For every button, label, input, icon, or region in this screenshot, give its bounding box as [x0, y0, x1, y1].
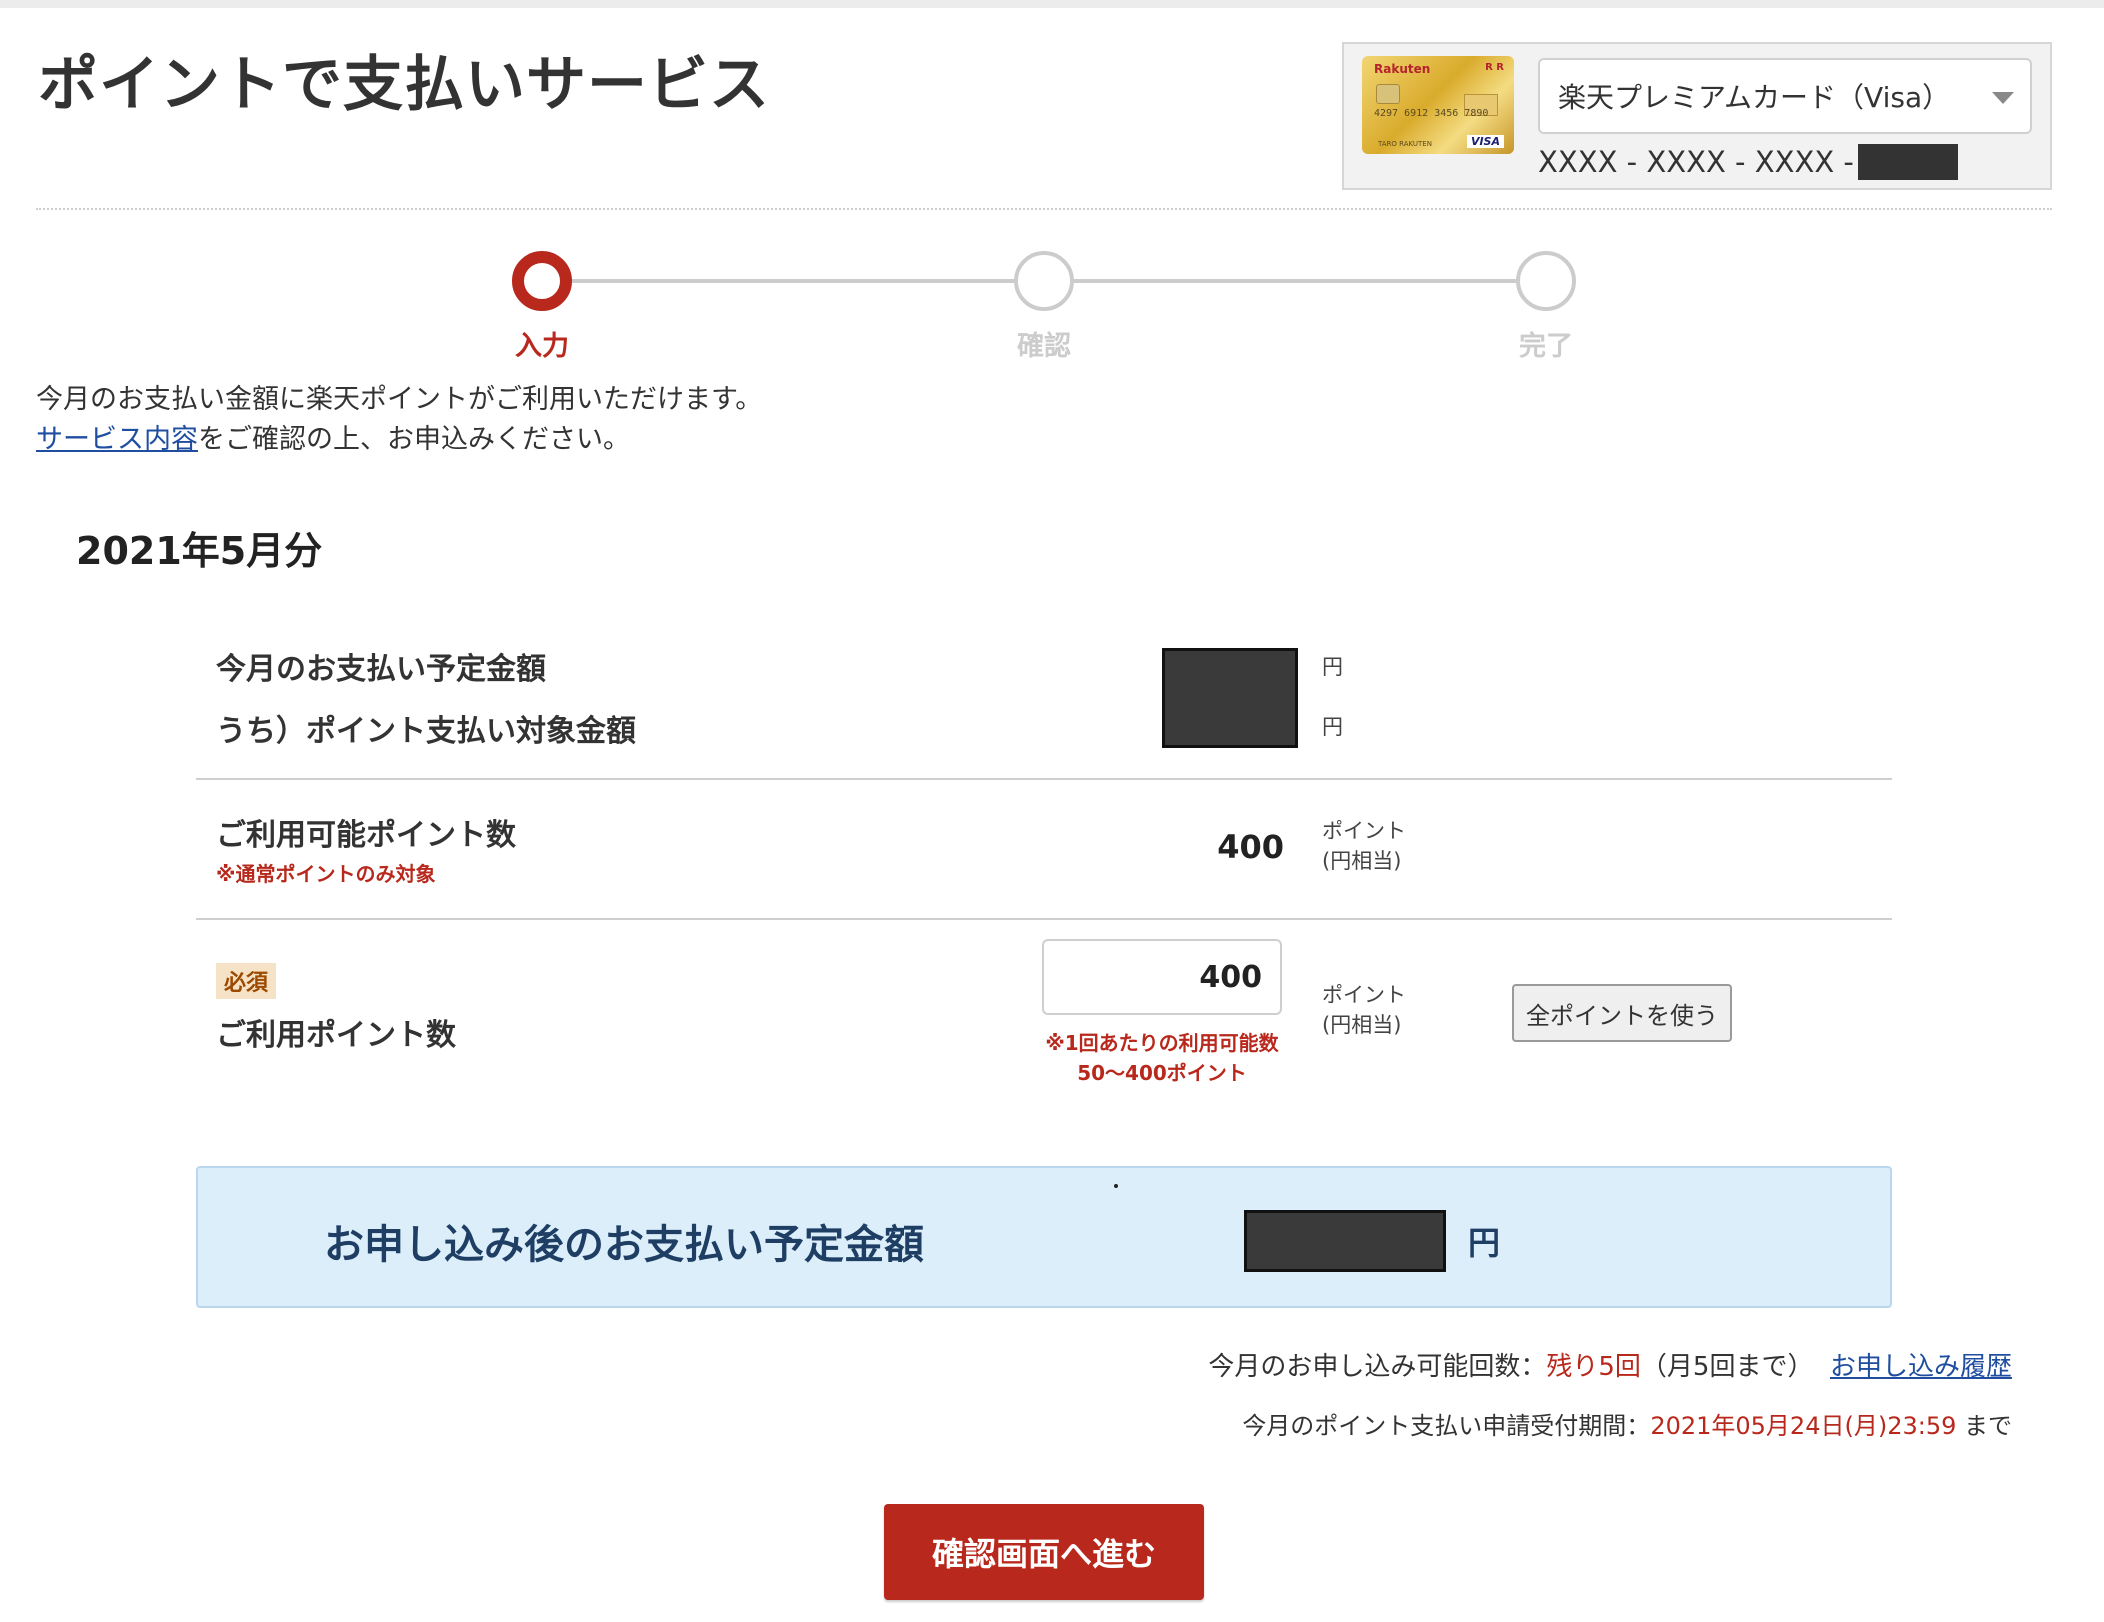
points-unit: ポイント	[1322, 819, 1406, 843]
month-title: 2021年5月分	[76, 529, 323, 573]
use-points-note: ※1回あたりの利用可能数 50〜400ポイント	[1042, 1028, 1282, 1088]
result-yen-unit: 円	[1468, 1224, 1501, 1262]
stepper-line	[572, 279, 1014, 283]
card-select-value: 楽天プレミアムカード（Visa）	[1558, 81, 1951, 114]
step-input-label: 入力	[515, 331, 569, 362]
decorative-dot	[1114, 1184, 1118, 1188]
result-amount-redacted	[1244, 1210, 1446, 1272]
step-complete-label: 完了	[1519, 331, 1573, 362]
application-count-info: 今月のお申し込み可能回数：残り5回（月5回まで） お申し込み履歴	[1208, 1346, 2012, 1383]
scheduled-amount-label: 今月のお支払い予定金額	[216, 652, 546, 687]
credit-card-image: Rakuten R R 4297 6912 3456 7890 TARO RAK…	[1362, 56, 1514, 154]
count-suffix: （月5回まで）	[1640, 1352, 1814, 1382]
step-confirm-label: 確認	[1017, 331, 1071, 362]
use-points-note-2: 50〜400ポイント	[1077, 1061, 1247, 1085]
available-points-label: ご利用可能ポイント数	[216, 818, 516, 853]
intro-line-2: サービス内容をご確認の上、お申込みください。	[36, 420, 762, 460]
use-all-points-button[interactable]: 全ポイントを使う	[1512, 984, 1732, 1042]
use-points-note-1: ※1回あたりの利用可能数	[1045, 1031, 1279, 1055]
card-number: XXXX - XXXX - XXXX -	[1538, 144, 1958, 180]
points-unit: ポイント	[1322, 983, 1406, 1007]
intro-line-2-text: をご確認の上、お申込みください。	[198, 424, 630, 455]
card-number-redacted	[1857, 144, 1958, 180]
available-points-note: ※通常ポイントのみ対象	[216, 862, 436, 886]
intro-line-1: 今月のお支払い金額に楽天ポイントがご利用いただけます。	[36, 384, 763, 415]
yen-unit: 円	[1322, 655, 1343, 679]
use-points-input[interactable]	[1042, 939, 1282, 1015]
result-summary-box: お申し込み後のお支払い予定金額 円	[196, 1166, 1892, 1308]
yen-unit: 円	[1322, 715, 1343, 739]
card-selector-panel: Rakuten R R 4297 6912 3456 7890 TARO RAK…	[1342, 42, 2052, 190]
page: ポイントで支払いサービス Rakuten R R 4297 6912 3456 …	[0, 8, 2104, 1622]
amount-redacted	[1162, 648, 1298, 748]
step-complete-circle	[1516, 251, 1576, 311]
step-confirm-circle	[1014, 251, 1074, 311]
row-divider	[196, 918, 1892, 920]
card-number-masked: XXXX - XXXX - XXXX -	[1538, 145, 1854, 179]
visa-logo: VISA	[1466, 135, 1504, 148]
card-art-number: 4297 6912 3456 7890	[1374, 108, 1489, 119]
service-details-link[interactable]: サービス内容	[36, 424, 198, 455]
required-badge: 必須	[216, 963, 277, 999]
card-chip-icon	[1376, 84, 1400, 104]
card-brand-mark: R R	[1485, 62, 1504, 73]
card-select-dropdown[interactable]: 楽天プレミアムカード（Visa）	[1538, 58, 2032, 134]
application-period-info: 今月のポイント支払い申請受付期間：2021年05月24日(月)23:59 まで	[1242, 1406, 2012, 1441]
use-points-label: ご利用ポイント数	[216, 1018, 456, 1053]
period-prefix: 今月のポイント支払い申請受付期間：	[1242, 1412, 1651, 1440]
available-points-value: 400	[1217, 828, 1284, 866]
chevron-down-icon	[1992, 92, 2014, 104]
result-amount-label: お申し込み後のお支払い予定金額	[324, 1222, 924, 1268]
points-unit-sub: (円相当)	[1322, 849, 1402, 873]
proceed-to-confirm-button[interactable]: 確認画面へ進む	[884, 1504, 1204, 1600]
period-value: 2021年05月24日(月)23:59	[1650, 1412, 1957, 1440]
target-amount-label: うち）ポイント支払い対象金額	[216, 714, 636, 749]
period-suffix: まで	[1956, 1412, 2012, 1440]
card-brand-logo: Rakuten	[1374, 62, 1431, 76]
page-title: ポイントで支払いサービス	[38, 50, 770, 120]
points-unit-sub: (円相当)	[1322, 1013, 1402, 1037]
intro-text: 今月のお支払い金額に楽天ポイントがご利用いただけます。 サービス内容をご確認の上…	[36, 380, 762, 460]
count-prefix: 今月のお申し込み可能回数：	[1208, 1352, 1547, 1382]
application-history-link[interactable]: お申し込み履歴	[1830, 1352, 2012, 1382]
row-divider	[196, 778, 1892, 780]
step-input-circle	[512, 251, 572, 311]
header-divider	[36, 208, 2052, 210]
count-value: 残り5回	[1546, 1352, 1641, 1382]
card-art-holder: TARO RAKUTEN	[1378, 140, 1432, 148]
stepper-line	[1074, 279, 1516, 283]
